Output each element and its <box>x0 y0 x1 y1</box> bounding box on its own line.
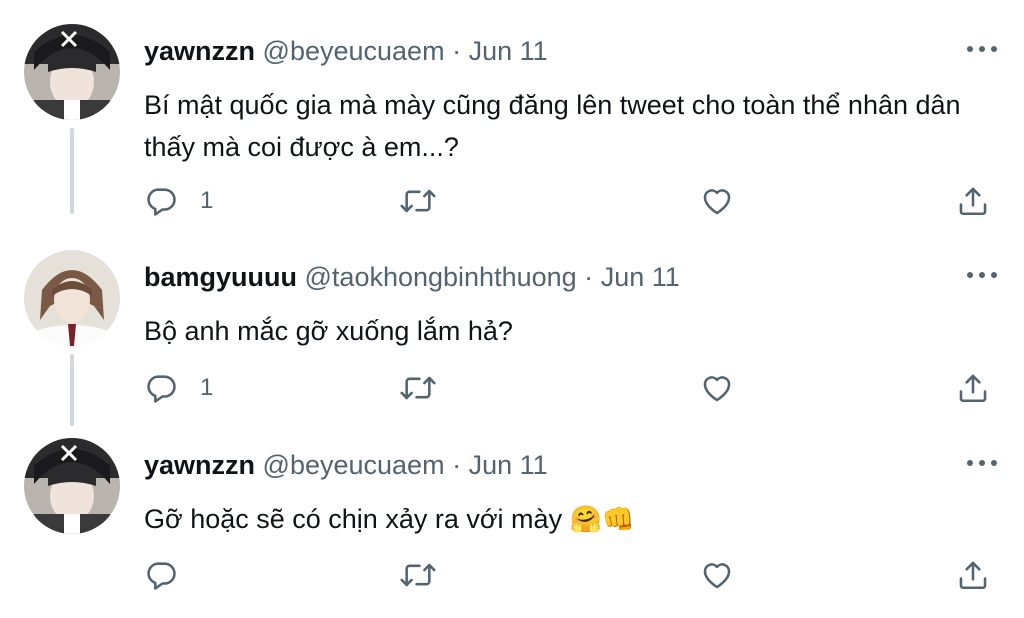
reply-icon <box>144 371 178 405</box>
like-button[interactable] <box>700 368 734 408</box>
reply-icon <box>144 558 178 592</box>
more-icon[interactable] <box>964 38 1000 60</box>
share-button[interactable] <box>956 555 990 595</box>
tweet-text: Bí mật quốc gia mà mày cũng đăng lên twe… <box>144 90 961 162</box>
retweet-icon <box>398 184 438 218</box>
display-name[interactable]: yawnzzn <box>144 450 255 480</box>
retweet-icon <box>398 371 438 405</box>
user-handle[interactable]: @taokhongbinhthuong <box>305 262 577 292</box>
tweet-actions: 1 <box>144 181 1000 221</box>
share-button[interactable] <box>956 368 990 408</box>
like-button[interactable] <box>700 555 734 595</box>
avatar[interactable] <box>24 438 120 534</box>
user-handle[interactable]: @beyeucuaem <box>263 450 445 480</box>
share-icon <box>956 184 990 218</box>
tweet-header: yawnzzn @beyeucuaem · Jun 11 <box>144 34 548 68</box>
share-icon <box>956 371 990 405</box>
tweet-text: Gỡ hoặc sẽ có chịn xảy ra với mày 🤗👊 <box>144 498 1004 540</box>
retweet-button[interactable] <box>398 368 438 408</box>
more-icon[interactable] <box>964 452 1000 474</box>
tweet-2[interactable]: bamgyuuuu @taokhongbinhthuong · Jun 11 B… <box>0 250 1024 430</box>
avatar[interactable] <box>24 250 120 346</box>
emoji: 🤗👊 <box>569 504 635 534</box>
thread-line <box>70 354 74 426</box>
tweet-header: bamgyuuuu @taokhongbinhthuong · Jun 11 <box>144 260 680 294</box>
user-handle[interactable]: @beyeucuaem <box>263 36 445 66</box>
heart-icon <box>700 371 734 405</box>
tweet-text-content: Gỡ hoặc sẽ có chịn xảy ra với mày <box>144 504 570 534</box>
retweet-icon <box>398 558 438 592</box>
tweet-header: yawnzzn @beyeucuaem · Jun 11 <box>144 448 548 482</box>
tweet-actions: 1 <box>144 368 1000 408</box>
reply-icon <box>144 184 178 218</box>
reply-button[interactable]: 1 <box>144 368 213 408</box>
like-button[interactable] <box>700 181 734 221</box>
thread-line <box>70 128 74 214</box>
separator-dot: · <box>452 450 462 480</box>
share-button[interactable] <box>956 181 990 221</box>
retweet-button[interactable] <box>398 181 438 221</box>
tweet-1[interactable]: yawnzzn @beyeucuaem · Jun 11 Bí mật quốc… <box>0 24 1024 224</box>
separator-dot: · <box>452 36 462 66</box>
reply-count: 1 <box>200 187 214 214</box>
tweet-date[interactable]: Jun 11 <box>469 450 548 480</box>
separator-dot: · <box>584 262 594 292</box>
heart-icon <box>700 558 734 592</box>
tweet-date[interactable]: Jun 11 <box>601 262 680 292</box>
heart-icon <box>700 184 734 218</box>
display-name[interactable]: bamgyuuuu <box>144 262 297 292</box>
retweet-button[interactable] <box>398 555 438 595</box>
more-icon[interactable] <box>964 264 1000 286</box>
display-name[interactable]: yawnzzn <box>144 36 255 66</box>
tweet-actions <box>144 555 1000 595</box>
reply-button[interactable]: 1 <box>144 181 213 221</box>
reply-count: 1 <box>200 374 214 401</box>
share-icon <box>956 558 990 592</box>
tweet-text: Bộ anh mắc gỡ xuống lắm hả? <box>144 316 513 346</box>
reply-button[interactable] <box>144 555 178 595</box>
tweet-date[interactable]: Jun 11 <box>469 36 548 66</box>
avatar[interactable] <box>24 24 120 120</box>
tweet-3[interactable]: yawnzzn @beyeucuaem · Jun 11 Gỡ hoặc sẽ … <box>0 438 1024 618</box>
